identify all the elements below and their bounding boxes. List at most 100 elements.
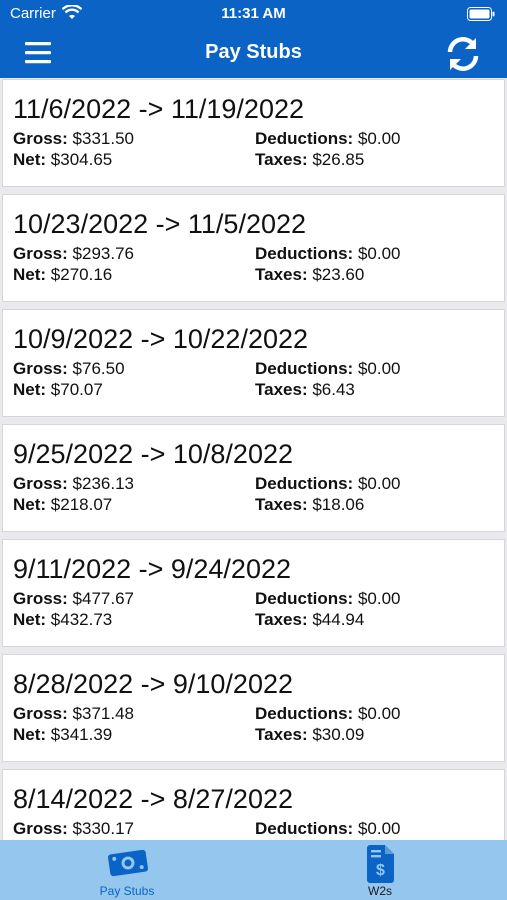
- deductions-label: Deductions:: [255, 129, 354, 148]
- net-row: Net: $218.07: [13, 495, 112, 515]
- taxes-label: Taxes:: [255, 150, 308, 169]
- gross-label: Gross:: [13, 474, 68, 493]
- document-dollar-icon: $: [367, 845, 394, 883]
- deductions-label: Deductions:: [255, 589, 354, 608]
- gross-row: Gross: $76.50: [13, 359, 125, 379]
- gross-row: Gross: $330.17: [13, 819, 134, 839]
- net-row: Net: $270.16: [13, 265, 112, 285]
- paystub-card[interactable]: 10/9/2022 -> 10/22/2022 Gross: $76.50 Dedu…: [2, 309, 505, 417]
- taxes-label: Taxes:: [255, 610, 308, 629]
- status-bar: Carrier 11:31 AM: [0, 0, 507, 28]
- paystub-card[interactable]: 9/11/2022 -> 9/24/2022 Gross: $477.67 Dedu…: [2, 539, 505, 647]
- deductions-label: Deductions:: [255, 474, 354, 493]
- tab-bar: Pay Stubs $ W2s: [0, 840, 507, 900]
- navigation-bar: Pay Stubs: [0, 28, 507, 78]
- pay-period-range: 10/9/2022 -> 10/22/2022: [13, 324, 309, 354]
- taxes-row: Taxes: $44.94: [255, 610, 364, 630]
- taxes-row: Taxes: $30.09: [255, 725, 364, 745]
- net-label: Net:: [13, 495, 47, 514]
- deductions-value: $0.00: [357, 589, 401, 608]
- battery-icon: [467, 7, 495, 21]
- taxes-value: $23.60: [312, 265, 365, 284]
- taxes-value: $26.85: [312, 150, 365, 169]
- deductions-value: $0.00: [357, 129, 401, 148]
- deductions-row: Deductions: $0.00: [255, 589, 401, 609]
- paystub-card[interactable]: 8/28/2022 -> 9/10/2022 Gross: $371.48 Dedu…: [2, 654, 505, 762]
- pay-period-range: 8/14/2022 -> 8/27/2022: [13, 784, 293, 814]
- taxes-value: $44.94: [312, 610, 365, 629]
- deductions-label: Deductions:: [255, 244, 354, 263]
- gross-row: Gross: $331.50: [13, 129, 134, 149]
- gross-label: Gross:: [13, 244, 68, 263]
- deductions-label: Deductions:: [255, 359, 354, 378]
- net-row: Net: $432.73: [13, 610, 112, 630]
- net-value: $70.07: [50, 380, 103, 399]
- net-label: Net:: [13, 150, 47, 169]
- taxes-label: Taxes:: [255, 495, 308, 514]
- taxes-value: $18.06: [312, 495, 365, 514]
- page-title: Pay Stubs: [205, 41, 302, 63]
- taxes-label: Taxes:: [255, 380, 308, 399]
- refresh-button[interactable]: [443, 34, 483, 74]
- gross-label: Gross:: [13, 589, 68, 608]
- taxes-value: $30.09: [312, 725, 365, 744]
- deductions-row: Deductions: $0.00: [255, 129, 401, 149]
- gross-label: Gross:: [13, 819, 68, 838]
- net-value: $218.07: [50, 495, 113, 514]
- svg-text:$: $: [376, 862, 385, 879]
- deductions-value: $0.00: [357, 474, 401, 493]
- gross-value: $371.48: [72, 704, 134, 723]
- taxes-row: Taxes: $26.85: [255, 150, 364, 170]
- gross-label: Gross:: [13, 704, 68, 723]
- paystub-card[interactable]: 10/23/2022 -> 11/5/2022 Gross: $293.76 Ded…: [2, 194, 505, 302]
- taxes-label: Taxes:: [255, 725, 308, 744]
- gross-row: Gross: $236.13: [13, 474, 134, 494]
- deductions-value: $0.00: [357, 359, 401, 378]
- gross-value: $330.17: [72, 819, 134, 838]
- pay-period-range: 11/6/2022 -> 11/19/2022: [13, 94, 305, 124]
- gross-row: Gross: $371.48: [13, 704, 134, 724]
- net-label: Net:: [13, 610, 47, 629]
- taxes-row: Taxes: $18.06: [255, 495, 364, 515]
- deductions-value: $0.00: [357, 704, 401, 723]
- paystub-card[interactable]: 8/14/2022 -> 8/27/2022 Gross: $330.17 Dedu…: [2, 769, 505, 840]
- tab-pay-stubs-label: Pay Stubs: [99, 884, 155, 898]
- deductions-row: Deductions: $0.00: [255, 359, 401, 379]
- net-label: Net:: [13, 725, 47, 744]
- deductions-value: $0.00: [357, 244, 401, 263]
- deductions-label: Deductions:: [255, 819, 354, 838]
- net-row: Net: $70.07: [13, 380, 103, 400]
- paystub-list[interactable]: 11/6/2022 -> 11/19/2022 Gross: $331.50 Ded…: [0, 78, 507, 840]
- net-label: Net:: [13, 265, 47, 284]
- pay-period-range: 10/23/2022 -> 11/5/2022: [13, 209, 307, 239]
- refresh-icon: [447, 37, 479, 71]
- deductions-label: Deductions:: [255, 704, 354, 723]
- taxes-row: Taxes: $6.43: [255, 380, 355, 400]
- taxes-label: Taxes:: [255, 265, 308, 284]
- net-value: $270.16: [50, 265, 113, 284]
- paystub-card[interactable]: 11/6/2022 -> 11/19/2022 Gross: $331.50 Ded…: [2, 79, 505, 187]
- net-value: $304.65: [50, 150, 113, 169]
- tab-w2s-label: W2s: [368, 884, 392, 898]
- deductions-row: Deductions: $0.00: [255, 704, 401, 724]
- gross-label: Gross:: [13, 359, 68, 378]
- tab-w2s[interactable]: $ W2s: [305, 840, 455, 900]
- money-icon: [108, 849, 148, 877]
- taxes-value: $6.43: [312, 380, 355, 399]
- gross-value: $477.67: [72, 589, 134, 608]
- net-value: $432.73: [50, 610, 113, 629]
- tab-pay-stubs[interactable]: Pay Stubs: [52, 840, 202, 900]
- deductions-row: Deductions: $0.00: [255, 819, 401, 839]
- gross-value: $331.50: [72, 129, 134, 148]
- gross-row: Gross: $293.76: [13, 244, 134, 264]
- net-row: Net: $341.39: [13, 725, 112, 745]
- deductions-row: Deductions: $0.00: [255, 244, 401, 264]
- gross-label: Gross:: [13, 129, 68, 148]
- pay-period-range: 9/25/2022 -> 10/8/2022: [13, 439, 293, 469]
- paystub-card[interactable]: 9/25/2022 -> 10/8/2022 Gross: $236.13 Dedu…: [2, 424, 505, 532]
- gross-value: $76.50: [72, 359, 125, 378]
- status-time: 11:31 AM: [221, 5, 286, 22]
- gross-value: $293.76: [72, 244, 134, 263]
- gross-row: Gross: $477.67: [13, 589, 134, 609]
- pay-period-range: 8/28/2022 -> 9/10/2022: [13, 669, 293, 699]
